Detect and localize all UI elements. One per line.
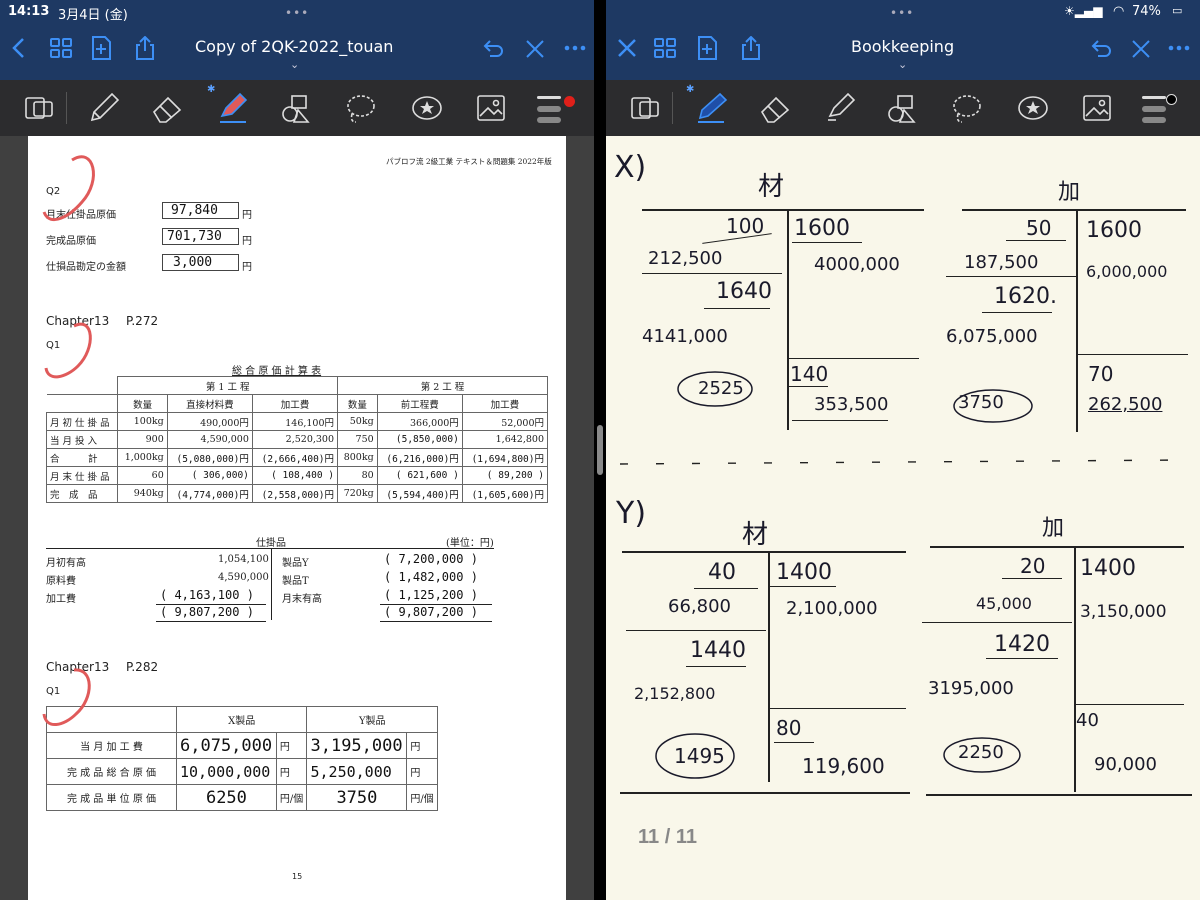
pen-tool-icon[interactable] (694, 92, 728, 124)
table-row: 完 成 品 総 合 原 価 10,000,000 円 5,250,000 円 (46, 758, 438, 785)
elements-tool-icon[interactable] (1016, 92, 1050, 124)
red-check-mark-icon (42, 668, 91, 726)
eraser-tool-icon[interactable] (758, 92, 792, 124)
status-date: 3月4日 (金) (58, 8, 128, 23)
more-icon[interactable] (562, 36, 588, 60)
page-indicator: 11 / 11 (638, 826, 697, 848)
highlighter-tool-icon[interactable] (824, 92, 858, 124)
q2-row-label: 仕損品勘定の金額 (46, 262, 126, 273)
pdf-page: パブロフ流 2級工業 テキスト＆問題集 2022年版 Q2 月末仕掛品原価 97… (28, 136, 566, 900)
left-pane: 14:13 3月4日 (金) ••• Copy of 2QK-2022_toua… (0, 0, 594, 900)
status-time: 14:13 (8, 4, 50, 19)
wifi-icon: ◠ (1113, 4, 1125, 19)
shapes-tool-icon[interactable] (886, 92, 920, 124)
reader-mode-icon[interactable] (628, 92, 662, 124)
pen-size-icon[interactable] (535, 92, 569, 124)
table-row: 完 成 品 単 位 原 価 6250 円/個 3750 円/個 (46, 784, 438, 811)
redo-disabled-icon[interactable] (1128, 36, 1154, 60)
close-icon[interactable] (614, 36, 640, 60)
highlighter-tool-icon[interactable] (216, 92, 250, 124)
table-row: 当 月 投 入 900 4,590,000 2,520,300 750 (5,850,00… (45, 430, 549, 449)
q2-answer-box: 701,730 (162, 228, 239, 245)
elements-tool-icon[interactable] (410, 92, 444, 124)
notebook-page: X) 材 100 212,500 1640 4141,000 2525 1600… (606, 136, 1200, 900)
left-nav-bar: 14:13 3月4日 (金) ••• Copy of 2QK-2022_toua… (0, 0, 594, 80)
right-pane: ••• ☀▂▄▆ ◠ 74% ▭ Bookkeeping ⌄ ✱ X) 材 10… (606, 0, 1200, 900)
signal-icon: ☀▂▄▆ (1064, 4, 1103, 18)
q2-answer-box: 97,840 (162, 202, 239, 219)
table-row: 当 月 加 工 費 6,075,000 円 3,195,000 円 (46, 732, 438, 759)
bluetooth-icon: ✱ (207, 84, 216, 95)
more-icon[interactable] (1166, 36, 1192, 60)
undo-icon[interactable] (1088, 36, 1114, 60)
add-page-icon[interactable] (694, 36, 720, 60)
reader-mode-icon[interactable] (22, 92, 56, 124)
title-chevron-icon[interactable]: ⌄ (290, 58, 299, 71)
share-icon[interactable] (738, 35, 764, 60)
share-icon[interactable] (132, 35, 158, 60)
ledger-title: 仕掛品 (256, 538, 286, 549)
section-x-label: X) (614, 150, 647, 185)
table-row: 月 初 仕 掛 品 100kg 490,000円 146,100円 50kg 366,00… (45, 412, 549, 431)
battery-icon: ▭ (1172, 4, 1183, 17)
back-icon[interactable] (6, 36, 32, 60)
multitask-dots[interactable]: ••• (890, 6, 914, 20)
add-page-icon[interactable] (88, 36, 114, 60)
page-number: 15 (292, 872, 303, 881)
document-title[interactable]: Copy of 2QK-2022_touan (195, 37, 393, 56)
q2-row-label: 完成品原価 (46, 236, 96, 247)
section-y-label: Y) (616, 496, 647, 531)
lasso-tool-icon[interactable] (950, 92, 984, 124)
document-title[interactable]: Bookkeeping (851, 37, 954, 56)
product-cost-table: X製品 Y製品 当 月 加 工 費 6,075,000 円 3,195,000 円 完 成… (46, 706, 438, 811)
undo-icon[interactable] (480, 36, 506, 60)
red-check-mark-icon (42, 155, 95, 222)
multitask-dots[interactable]: ••• (285, 6, 309, 20)
left-toolbar: ✱ (0, 80, 594, 136)
right-toolbar: ✱ (606, 80, 1200, 136)
battery-level: 74% (1132, 4, 1161, 19)
cost-calculation-table: 第 1 工 程第 2 工 程 数量 直接材料費 加工費 数量 前工程費 加工費 月 初 … (45, 376, 549, 503)
chapter-page: P.282 (126, 660, 159, 674)
split-view-divider[interactable] (594, 0, 606, 900)
lasso-tool-icon[interactable] (344, 92, 378, 124)
pen-color-swatch[interactable] (1166, 94, 1177, 105)
cost-table-title: 総 合 原 価 計 算 表 (232, 366, 322, 377)
eraser-tool-icon[interactable] (150, 92, 184, 124)
pen-tool-icon[interactable] (86, 92, 120, 124)
red-check-mark-icon (44, 322, 92, 379)
title-chevron-icon[interactable]: ⌄ (898, 58, 907, 71)
grid-icon[interactable] (48, 36, 74, 60)
right-nav-bar: ••• ☀▂▄▆ ◠ 74% ▭ Bookkeeping ⌄ (606, 0, 1200, 80)
q2-answer-box: 3,000 (162, 254, 239, 271)
image-tool-icon[interactable] (1080, 92, 1114, 124)
table-row: 完 成 品 940kg (4,774,000)円 (2,558,000)円 720kg(… (45, 484, 549, 503)
separator-line (619, 459, 1187, 465)
redo-disabled-icon[interactable] (522, 36, 548, 60)
table-row: 合 計 1,000kg (5,080,000)円 (2,666,400)円 800kg(… (45, 448, 549, 467)
table-row: 月 末 仕 掛 品 60( 306,000)( 108,400 ) 80( 621,… (45, 466, 549, 485)
image-tool-icon[interactable] (474, 92, 508, 124)
page-header-note: パブロフ流 2級工業 テキスト＆問題集 2022年版 (386, 157, 552, 166)
pen-color-swatch[interactable] (564, 96, 575, 107)
chapter-page: P.272 (126, 314, 159, 328)
shapes-tool-icon[interactable] (280, 92, 314, 124)
grid-icon[interactable] (652, 36, 678, 60)
ledger-unit: (単位：円) (446, 538, 494, 549)
